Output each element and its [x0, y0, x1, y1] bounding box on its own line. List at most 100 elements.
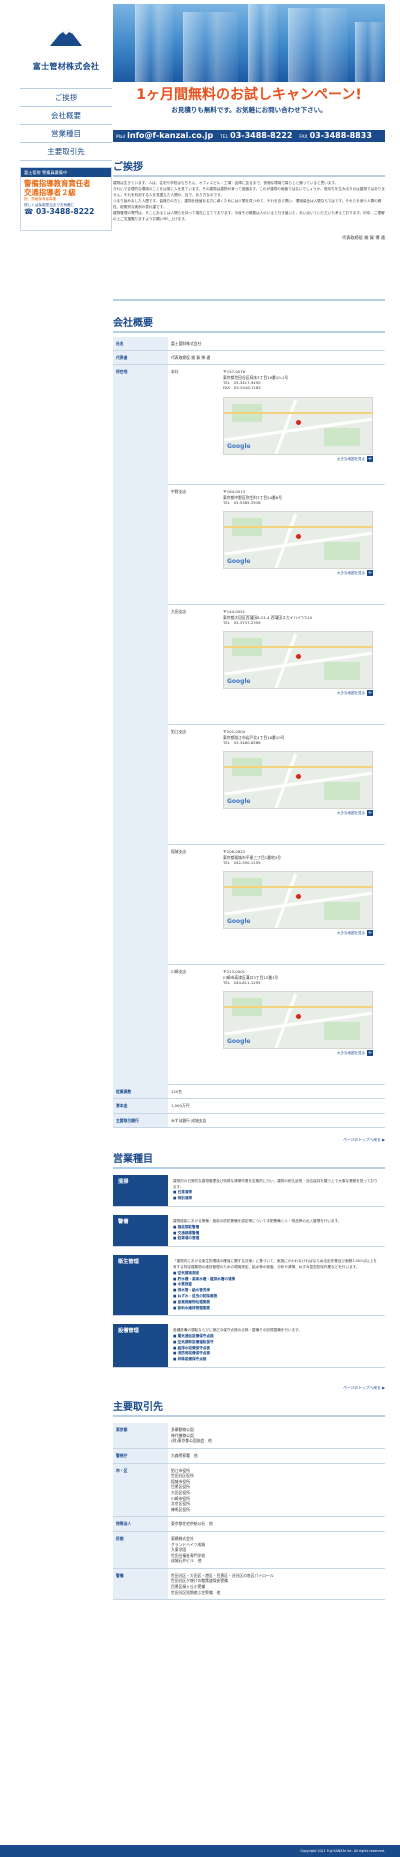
service-row: 衛生管理 「建物内における衛生的環境の確保に関する法律」に基づいて、実施にかわれな… — [113, 1255, 385, 1317]
client-name: (財)東京都公園協会 他 — [171, 1438, 212, 1444]
table-row: 代表者 代表取締役 雑 賀 博 通 — [113, 350, 385, 366]
offices-block: 所在地 本社 〒157-0076 東京都世田谷区岡本3丁目19番10-1号 TEL 0… — [113, 365, 385, 1086]
clients-table: 東京都 多摩動物公園 神代植物公園 (財)東京都公園協会 他警視庁 大森警察署 他市・区… — [113, 1423, 385, 1601]
nav-item-clients[interactable]: 主要取引先 — [20, 143, 112, 161]
side-nav: ご挨拶 会社概要 営業種目 主要取引先 — [20, 88, 112, 161]
office-map[interactable]: Google — [223, 631, 373, 690]
service-item-label: 貯水槽・高架水槽・雑排水槽の清掃 — [177, 1276, 236, 1281]
mail-label: Mail — [116, 135, 126, 140]
row-value: 狛江市役所 世田谷区役所 稲城市役所 目黒区役所 大田区役所 川崎市役所 文京区役所 練馬区役… — [168, 1463, 385, 1518]
larger-map-link[interactable]: 大きな地図を見る + — [223, 930, 373, 937]
row-value: 世田谷区・大田区・港区・目黒区・渋谷区の各区パトロール 世田谷区夕焼けの散策道保安… — [168, 1568, 385, 1601]
office-row: 本社 〒157-0076 東京都世田谷区岡本3丁目19番10-1号 TEL 03-34… — [168, 365, 385, 486]
larger-map-label: 大きな地図を見る — [337, 1051, 365, 1056]
row-key: 警視庁 — [113, 1448, 168, 1464]
row-key: 主要取引銀行 — [113, 1113, 168, 1128]
larger-map-link[interactable]: 大きな地図を見る + — [223, 690, 373, 697]
service-item-label: 交通誘導警備 — [177, 1230, 200, 1235]
row-value: 多摩動物公園 神代植物公園 (財)東京都公園協会 他 — [168, 1423, 385, 1449]
services-title: 営業種目 — [113, 1151, 385, 1169]
sidebar: 富士管材株式会社 ご挨拶 会社概要 営業種目 主要取引先 富士管財 警備員募集中… — [20, 16, 112, 231]
office-map[interactable]: Google — [223, 991, 373, 1050]
hero-image — [113, 4, 385, 82]
larger-map-label: 大きな地図を見る — [337, 811, 365, 816]
office-tel: TEL 03-3737-2359 — [223, 620, 261, 626]
footer: Copyright 2011 Fuji KANZAI Inc. All righ… — [0, 1845, 400, 1857]
mail-address[interactable]: info@f-kanzai.co.jp — [127, 131, 213, 140]
service-item[interactable]: ■ 特別清掃 — [173, 1196, 380, 1202]
client-name: 世田谷区短期遊ぶ芝警備 他 — [171, 1589, 221, 1595]
table-row: 特殊法人 東京都住宅供給公社 他 — [113, 1516, 385, 1532]
nav-item-greeting[interactable]: ご挨拶 — [20, 89, 112, 107]
service-item-label: 特別清掃 — [177, 1196, 193, 1201]
row-key: 従業員数 — [113, 1085, 168, 1100]
row-value: みずほ銀行 成城支店 — [168, 1113, 385, 1128]
office-name: 川崎支店 — [171, 969, 187, 975]
phone-icon: ☎ — [24, 206, 36, 216]
row-key: 社名 — [113, 337, 168, 352]
recruit-banner[interactable]: 富士管財 警備員募集中 警備指導教育責任者 交通指導者２級 他、資格保有者募集 … — [20, 167, 112, 231]
service-item-label: 電気通信設備保守点検 — [177, 1334, 214, 1339]
row-key: 民間 — [113, 1531, 168, 1569]
office-name: 中野支店 — [171, 489, 187, 495]
service-key: 設備管理 — [113, 1324, 168, 1368]
row-value: 120名 — [168, 1085, 385, 1100]
greeting-text: 建物は生きています。人は、住宅や学校はもちろん、オフィスビル・工場・倉庫に至るま… — [113, 177, 385, 225]
greeting-section: ご挨拶 建物は生きています。人は、住宅や学校はもちろん、オフィスビル・工場・倉庫… — [113, 159, 385, 301]
google-logo: Google — [227, 558, 251, 566]
map-pin-icon — [296, 419, 301, 425]
service-key: 警備 — [113, 1214, 168, 1247]
larger-map-link[interactable]: 大きな地図を見る + — [223, 455, 373, 462]
greeting-paragraph: きれいで合理的な環境のことをは常に人を見ています。その建物は建物が身って価値ます… — [113, 187, 385, 197]
service-item[interactable]: ■ 昇降設備保守点検 — [173, 1357, 380, 1363]
office-map[interactable]: Google — [223, 871, 373, 930]
office-tel: TEL 03-3480-8566 — [223, 740, 261, 746]
google-logo: Google — [227, 443, 251, 451]
row-value: 代表取締役 雑 賀 博 通 — [168, 350, 385, 366]
campaign-banner[interactable]: 1ヶ月間無料のお試しキャンペーン! お見積りも無料です。お気軽にお問い合わせ下さ… — [113, 82, 385, 130]
table-row: 市・区 狛江市役所 世田谷区役所 稲城市役所 目黒区役所 大田区役所 川崎市役所 文京区役所練… — [113, 1463, 385, 1518]
office-map[interactable]: Google — [223, 396, 373, 455]
fax-number: 03-3488-8833 — [309, 131, 372, 140]
larger-map-link[interactable]: 大きな地図を見る + — [223, 810, 373, 817]
service-item-label: 施設常駐警備 — [177, 1224, 200, 1229]
profile-table-top: 社名 富士管財株式会社 代表者 代表取締役 雑 賀 博 通 — [113, 337, 385, 366]
nav-item-profile[interactable]: 会社概要 — [20, 107, 112, 125]
larger-map-label: 大きな地図を見る — [337, 931, 365, 936]
back-to-top-link[interactable]: ページのトップへ戻る ▶ — [113, 1128, 385, 1151]
row-key: 代表者 — [113, 350, 168, 366]
service-row: 警備 建物施設における警備・施設の防犯警備を認定等について手配警備と人・物品等の出… — [113, 1214, 385, 1248]
service-item-label: 駐車場の管理 — [177, 1236, 200, 1241]
service-item[interactable]: ■ 駐車場の管理 — [173, 1236, 380, 1242]
greeting-paragraph: 建物管理の専門は、そこにあるとは人間らを持って現在に立てております。今後その概要… — [113, 211, 385, 221]
map-pin-icon — [296, 534, 301, 540]
service-body: 各種設備の運転ならびに適正な保守点検の点検・整備その記録整備を行います。 ■ 電気… — [168, 1324, 385, 1367]
page: 富士管材株式会社 ご挨拶 会社概要 営業種目 主要取引先 富士管財 警備員募集中… — [0, 0, 400, 1857]
recruit-tel: ☎ 03-3488-8222 — [21, 206, 111, 216]
row-value: 東京都住宅供給公社 他 — [168, 1516, 385, 1532]
recruit-tel-number: 03-3488-8222 — [35, 206, 95, 216]
map-pin-icon — [296, 774, 301, 780]
campaign-sub: お見積りも無料です。お気軽にお問い合わせ下さい。 — [171, 106, 327, 114]
logo[interactable]: 富士管材株式会社 — [20, 16, 112, 88]
office-map[interactable]: Google — [223, 511, 373, 570]
tel-number[interactable]: 03-3488-8222 — [230, 131, 292, 140]
recruit-headline-2: 交通指導者２級 — [24, 188, 76, 197]
office-map[interactable]: Google — [223, 751, 373, 810]
recruit-banner-header: 富士管財 警備員募集中 — [21, 168, 111, 177]
office-name: 大田支店 — [171, 609, 187, 615]
service-key: 衛生管理 — [113, 1255, 168, 1316]
nav-item-services[interactable]: 営業種目 — [20, 125, 112, 143]
larger-map-link[interactable]: 大きな地図を見る + — [223, 1050, 373, 1057]
office-detail: 〒213-0001 川崎市高津区溝口3丁目13番1号 TEL 044-811-129… — [220, 965, 385, 1084]
profile-table-bottom: 従業員数 120名 資本金 1,000万円 主要取引銀行 みずほ銀行 成城支店 — [113, 1085, 385, 1128]
fax-label: FAX — [299, 135, 308, 140]
office-name: 狛江支店 — [171, 729, 187, 735]
service-desc: 建物内の日常的な建物管理及び特殊な清掃作業を定期的に行い、建物の耐久延長・品位保… — [173, 1178, 378, 1189]
office-tel: TEL 042-350-1159 — [223, 860, 261, 866]
client-name: 東京都住宅供給公社 他 — [171, 1521, 213, 1527]
service-item[interactable]: ■ 飲料水維持管理業務 — [173, 1306, 380, 1312]
office-row: 中野支店 〒164-0013 東京都中野区弥生町3丁目24番8号 TEL 03-538… — [168, 485, 385, 606]
larger-map-link[interactable]: 大きな地図を見る + — [223, 570, 373, 577]
back-to-top-link[interactable]: ページのトップへ戻る ▶ — [113, 1376, 385, 1399]
